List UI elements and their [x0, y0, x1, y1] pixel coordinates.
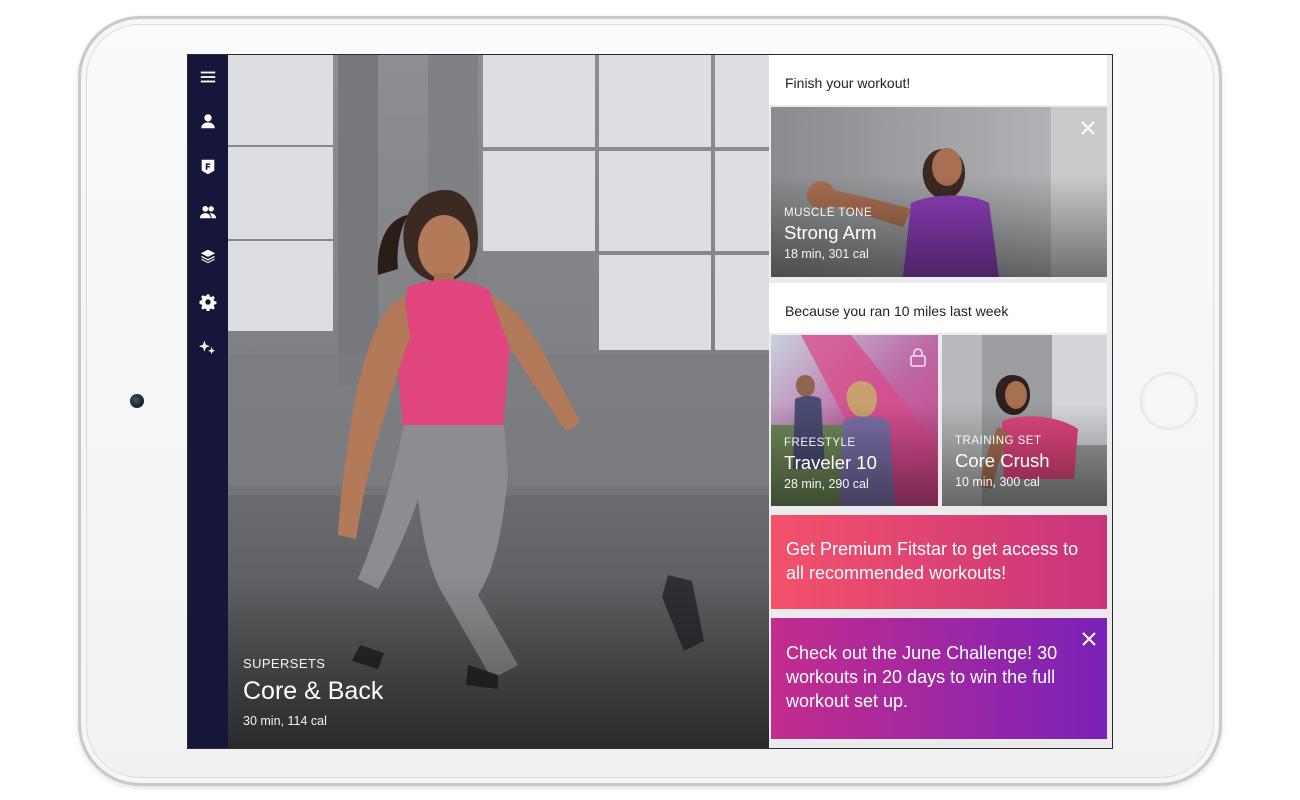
- featured-workout-info: SUPERSETS Core & Back 30 min, 114 cal: [243, 656, 383, 728]
- card-meta: 10 min, 300 cal: [955, 475, 1040, 489]
- because-heading: Because you ran 10 miles last week: [769, 283, 1107, 333]
- traveler-card-info: FREESTYLE Traveler 10 28 min, 290 cal: [784, 437, 877, 491]
- friends-icon[interactable]: [196, 200, 220, 224]
- sidebar-nav: [188, 55, 228, 748]
- card-category: FREESTYLE: [784, 437, 856, 449]
- fitstar-badge-icon[interactable]: [196, 155, 220, 179]
- card-title: Core Crush: [955, 450, 1050, 471]
- recommended-card-traveler-10[interactable]: FREESTYLE Traveler 10 28 min, 290 cal: [771, 335, 938, 506]
- finish-card-info: MUSCLE TONE Strong Arm 18 min, 301 cal: [784, 207, 877, 261]
- close-icon: [1082, 632, 1096, 646]
- recommendations-panel: Finish your workout! MUSCLE TONE Strong …: [769, 55, 1112, 748]
- challenge-promo-text: Check out the June Challenge! 30 workout…: [786, 643, 1058, 711]
- dismiss-challenge-button[interactable]: [1078, 628, 1100, 650]
- close-icon: [1081, 121, 1095, 135]
- core-crush-card-info: TRAINING SET Core Crush 10 min, 300 cal: [955, 435, 1050, 489]
- card-title: Traveler 10: [784, 452, 877, 473]
- profile-icon[interactable]: [196, 109, 220, 133]
- june-challenge-banner[interactable]: Check out the June Challenge! 30 workout…: [771, 618, 1107, 739]
- recommended-card-core-crush[interactable]: TRAINING SET Core Crush 10 min, 300 cal: [942, 335, 1107, 506]
- workout-category: SUPERSETS: [243, 656, 326, 671]
- menu-icon[interactable]: [196, 65, 220, 89]
- card-meta: 18 min, 301 cal: [784, 247, 869, 261]
- featured-workout[interactable]: SUPERSETS Core & Back 30 min, 114 cal: [228, 55, 769, 748]
- home-button[interactable]: [1140, 372, 1198, 430]
- app-screen: SUPERSETS Core & Back 30 min, 114 cal Fi…: [187, 54, 1113, 749]
- card-category: MUSCLE TONE: [784, 207, 873, 219]
- lock-icon: [910, 348, 926, 367]
- premium-promo-text: Get Premium Fitstar to get access to all…: [786, 539, 1079, 583]
- workout-photo: [228, 55, 769, 748]
- front-camera: [130, 394, 144, 408]
- layers-icon[interactable]: [196, 244, 220, 268]
- gear-icon[interactable]: [196, 290, 220, 314]
- workout-meta: 30 min, 114 cal: [243, 714, 327, 728]
- finish-workout-heading: Finish your workout!: [769, 55, 1107, 105]
- workout-title: Core & Back: [243, 677, 384, 705]
- premium-promo-banner[interactable]: Get Premium Fitstar to get access to all…: [771, 515, 1107, 609]
- dismiss-finish-card-button[interactable]: [1077, 117, 1099, 139]
- finish-workout-card[interactable]: MUSCLE TONE Strong Arm 18 min, 301 cal: [771, 107, 1107, 277]
- sparkle-icon[interactable]: [196, 336, 220, 360]
- card-title: Strong Arm: [784, 222, 877, 243]
- card-meta: 28 min, 290 cal: [784, 477, 869, 491]
- card-category: TRAINING SET: [955, 435, 1042, 447]
